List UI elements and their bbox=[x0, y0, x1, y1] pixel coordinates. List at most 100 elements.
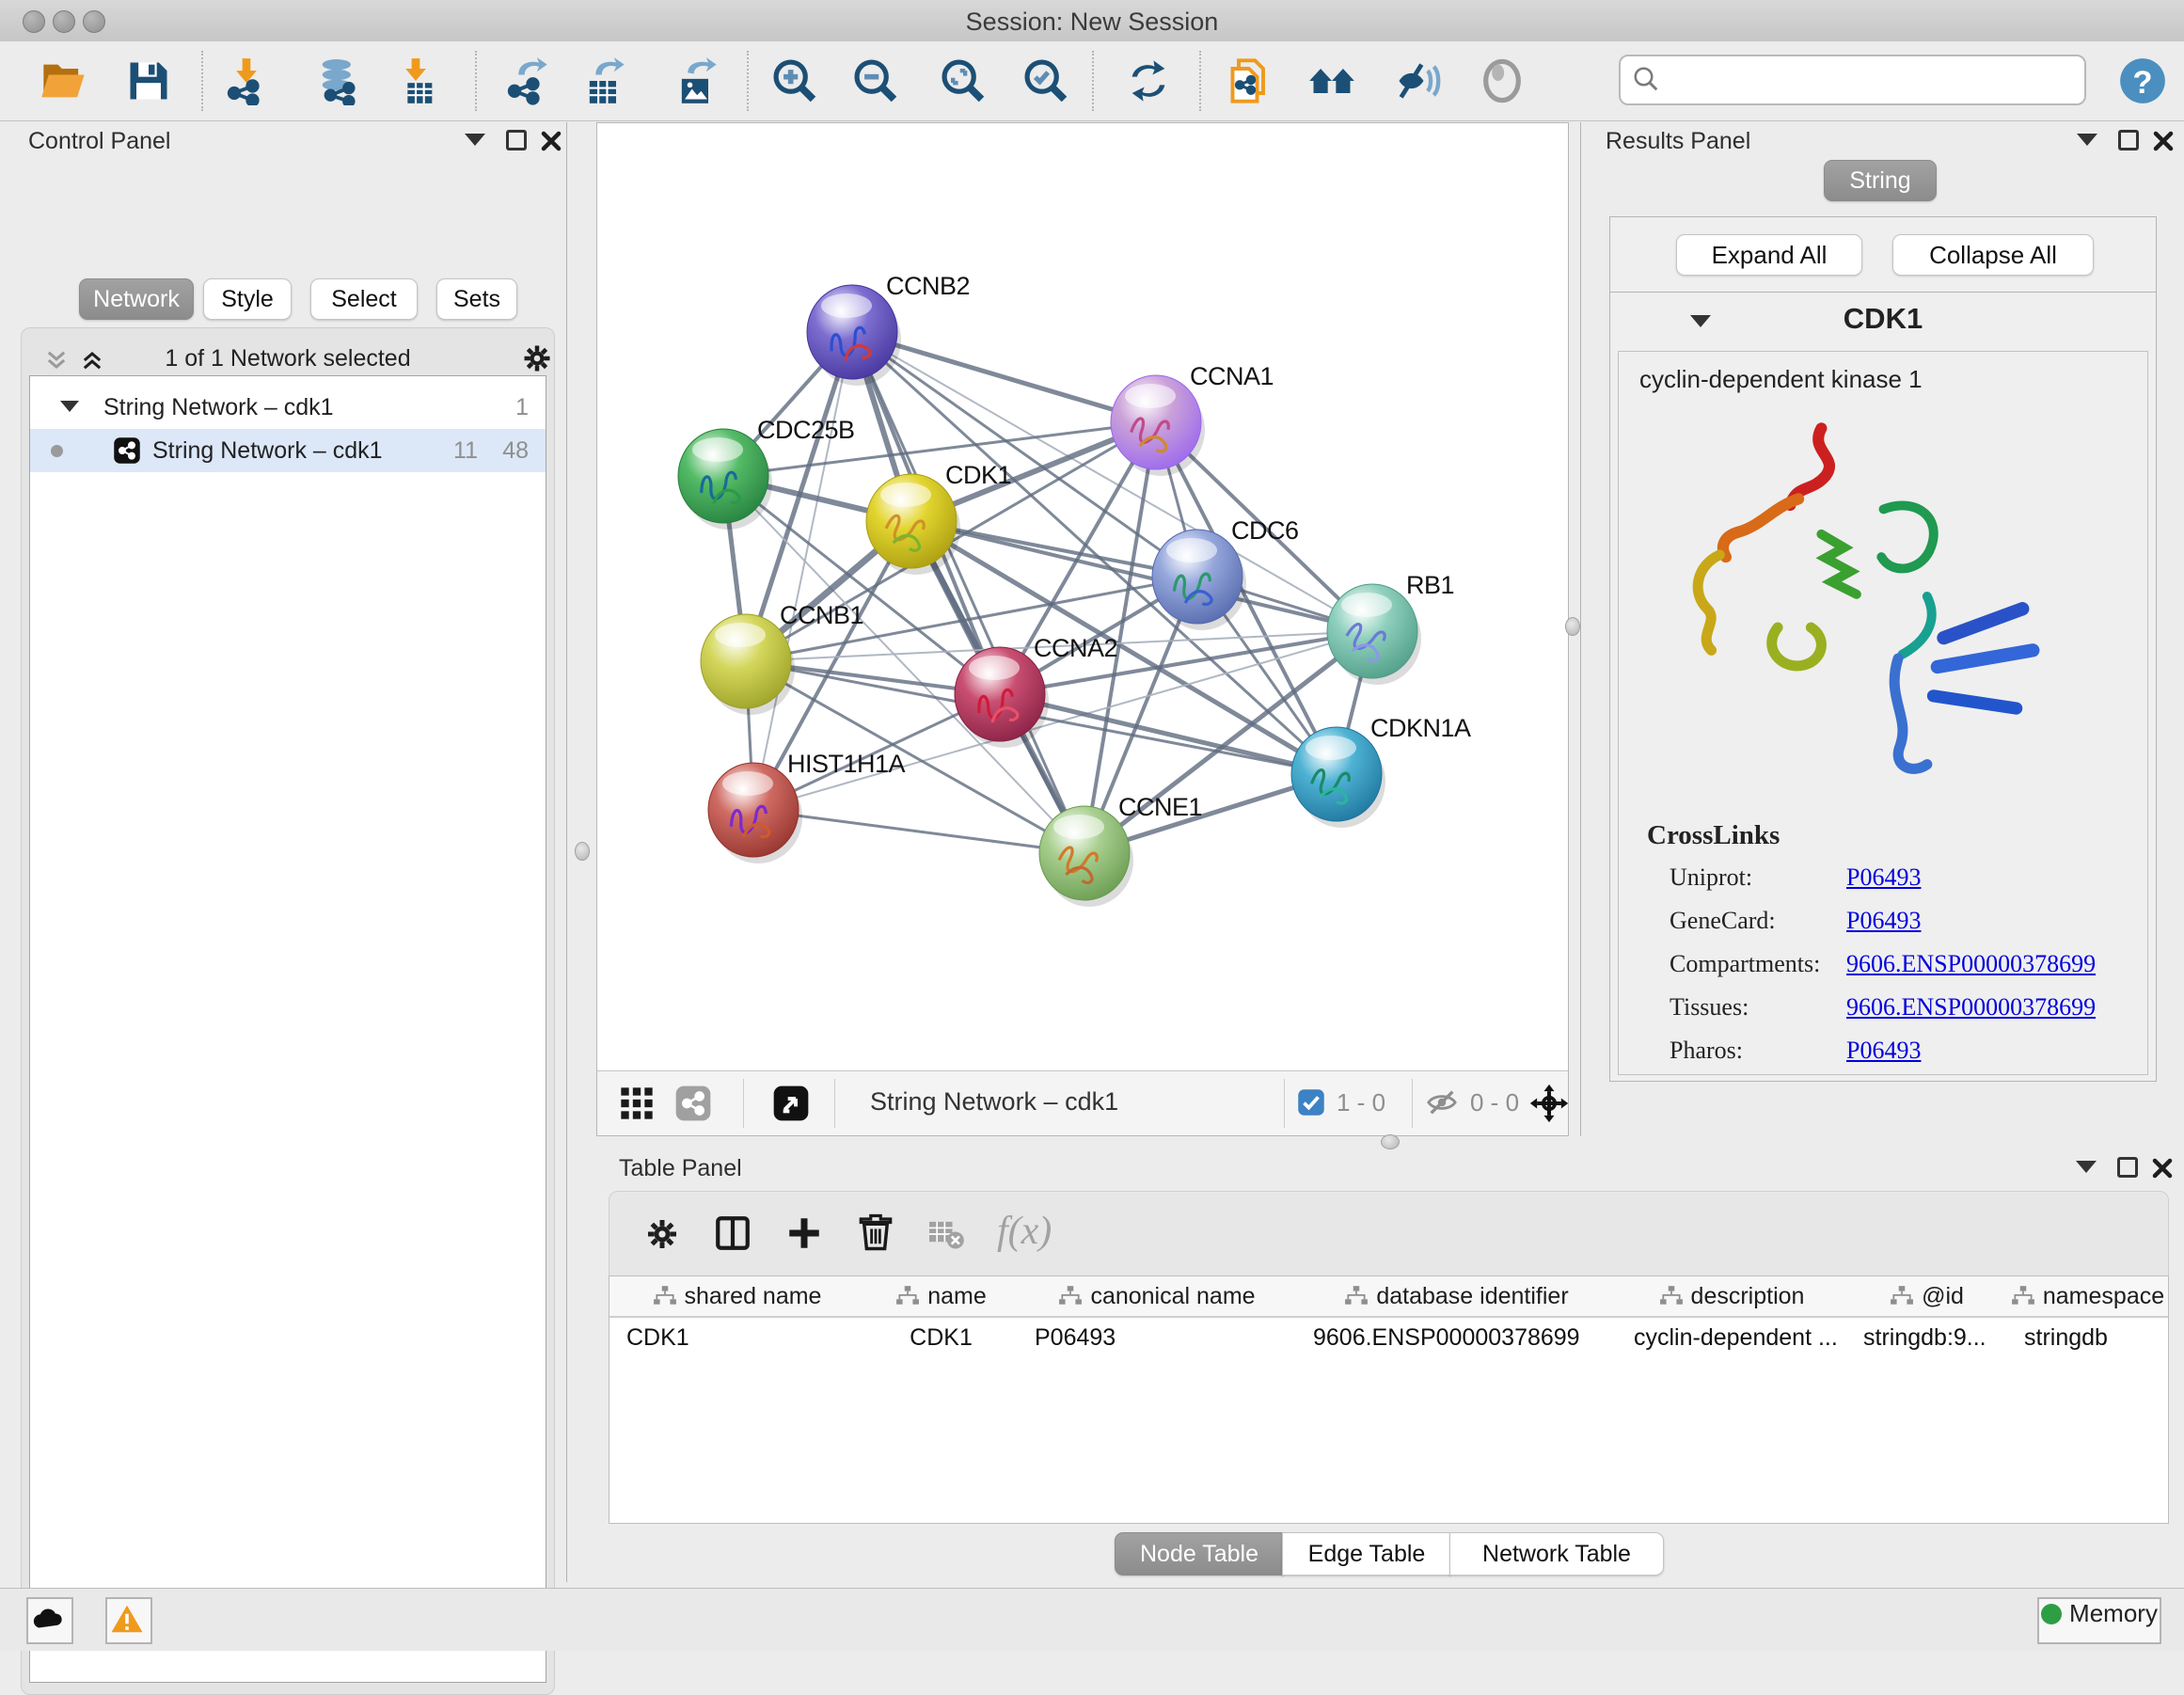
grid-view-icon[interactable] bbox=[618, 1085, 656, 1122]
network-node-CDC25B[interactable]: CDC25B bbox=[678, 416, 855, 530]
crosslink-label: Pharos: bbox=[1670, 1037, 1743, 1065]
tab-edge-table[interactable]: Edge Table bbox=[1282, 1532, 1451, 1576]
refresh-icon[interactable] bbox=[1124, 56, 1173, 105]
status-bar: Memory bbox=[0, 1588, 2184, 1651]
clone-network-icon[interactable] bbox=[1227, 56, 1275, 105]
string-view-icon[interactable] bbox=[674, 1085, 712, 1122]
string-app-icon bbox=[113, 436, 141, 465]
zoom-selected-icon[interactable] bbox=[1021, 56, 1070, 105]
memory-status-dot bbox=[2041, 1604, 2062, 1624]
network-options-gear-icon[interactable] bbox=[520, 341, 554, 375]
network-node-CCNB1[interactable]: CCNB1 bbox=[701, 601, 863, 715]
memory-button[interactable]: Memory bbox=[2037, 1597, 2161, 1644]
float-panel-icon[interactable] bbox=[2077, 134, 2097, 146]
zoom-in-icon[interactable] bbox=[770, 56, 819, 105]
network-node-CDKN1A[interactable]: CDKN1A bbox=[1291, 714, 1471, 828]
crosslink-label: Tissues: bbox=[1670, 993, 1749, 1022]
gene-symbol: CDK1 bbox=[1751, 302, 2015, 336]
fit-selected-crosshair-icon[interactable] bbox=[1528, 1083, 1570, 1124]
selected-count: 1 - 0 bbox=[1337, 1088, 1385, 1117]
control-panel: Control Panel NetworkStyleSelectSets 1 o… bbox=[8, 122, 567, 1582]
network-selection-status: 1 of 1 Network selected bbox=[22, 345, 554, 372]
tab-node-table[interactable]: Node Table bbox=[1115, 1532, 1284, 1576]
import-network-file-icon[interactable] bbox=[222, 56, 271, 105]
crosslink-value-link[interactable]: 9606.ENSP00000378699 bbox=[1846, 993, 2096, 1022]
tab-sets[interactable]: Sets bbox=[436, 278, 517, 320]
export-image-icon[interactable] bbox=[672, 56, 720, 105]
toolbar-separator bbox=[1412, 1079, 1413, 1128]
crosslink-value-link[interactable]: P06493 bbox=[1846, 907, 1921, 935]
zoom-fit-icon[interactable] bbox=[939, 56, 988, 105]
tab-network[interactable]: Network bbox=[79, 278, 194, 320]
node-label-CCNA1: CCNA1 bbox=[1190, 362, 1274, 390]
collection-count: 1 bbox=[515, 386, 529, 429]
network-edge[interactable] bbox=[1000, 694, 1337, 774]
help-icon[interactable]: ? bbox=[2118, 56, 2167, 105]
tab-string[interactable]: String bbox=[1824, 160, 1937, 201]
tab-style[interactable]: Style bbox=[203, 278, 292, 320]
network-view-title: String Network – cdk1 bbox=[870, 1087, 1118, 1117]
main-toolbar: ? bbox=[0, 41, 2184, 121]
zoom-out-icon[interactable] bbox=[851, 56, 900, 105]
window-titlebar: Session: New Session bbox=[0, 0, 2184, 42]
network-canvas[interactable]: CCNB2CCNA1CDC25BCDK1CDC6RB1CCNB1CCNA2CDK… bbox=[596, 122, 1569, 1136]
crosslinks-title: CrossLinks bbox=[1647, 820, 1780, 851]
horizontal-splitter-handle[interactable] bbox=[1381, 1134, 1400, 1149]
expand-all-button[interactable]: Expand All bbox=[1676, 234, 1862, 276]
network-edge[interactable] bbox=[753, 332, 852, 810]
crosslink-label: Uniprot: bbox=[1670, 863, 1752, 892]
hidden-count: 0 - 0 bbox=[1470, 1088, 1519, 1117]
save-session-icon[interactable] bbox=[124, 56, 173, 105]
left-splitter-handle[interactable] bbox=[575, 842, 590, 861]
svg-text:?: ? bbox=[2132, 65, 2152, 101]
tab-network-table[interactable]: Network Table bbox=[1449, 1532, 1664, 1576]
network-node-CCNB2[interactable]: CCNB2 bbox=[807, 272, 970, 386]
gene-expand-icon[interactable] bbox=[1690, 315, 1711, 327]
warning-status-button[interactable] bbox=[105, 1597, 152, 1644]
network-edge-count: 48 bbox=[502, 429, 529, 472]
string-results-content: CDK1 cyclin-dependent kinase 1 bbox=[1609, 292, 2157, 1082]
open-session-icon[interactable] bbox=[40, 56, 88, 105]
network-edge[interactable] bbox=[753, 810, 1084, 853]
string-network-graph[interactable]: CCNB2CCNA1CDC25BCDK1CDC6RB1CCNB1CCNA2CDK… bbox=[597, 123, 1568, 1071]
network-node-RB1[interactable]: RB1 bbox=[1327, 571, 1454, 685]
network-row-selected[interactable]: String Network – cdk1 11 48 bbox=[30, 429, 546, 472]
export-network-icon[interactable] bbox=[502, 56, 551, 105]
import-network-database-icon[interactable] bbox=[314, 56, 363, 105]
tab-select[interactable]: Select bbox=[310, 278, 418, 320]
network-collection-row[interactable]: String Network – cdk1 1 bbox=[30, 386, 546, 429]
import-table-icon[interactable] bbox=[391, 56, 440, 105]
crosslink-value-link[interactable]: P06493 bbox=[1846, 1037, 1921, 1065]
collection-expand-icon[interactable] bbox=[60, 401, 79, 412]
crosslink-value-link[interactable]: P06493 bbox=[1846, 863, 1921, 892]
node-label-RB1: RB1 bbox=[1406, 571, 1454, 599]
lens-icon[interactable] bbox=[1478, 56, 1527, 105]
hide-glass-icon[interactable] bbox=[1393, 56, 1442, 105]
maximize-panel-icon[interactable] bbox=[2118, 130, 2139, 150]
search-input[interactable] bbox=[1619, 55, 2086, 105]
navigator-icon[interactable] bbox=[772, 1085, 810, 1122]
toolbar-separator bbox=[475, 51, 477, 111]
export-table-icon[interactable] bbox=[579, 56, 628, 105]
collapse-all-button[interactable]: Collapse All bbox=[1892, 234, 2094, 276]
crosslink-label: GeneCard: bbox=[1670, 907, 1776, 935]
string-home-icon[interactable] bbox=[1307, 56, 1356, 105]
toolbar-separator bbox=[743, 1079, 744, 1128]
gene-description: cyclin-dependent kinase 1 bbox=[1639, 365, 1923, 394]
node-label-CCNB1: CCNB1 bbox=[780, 601, 863, 629]
crosslink-value-link[interactable]: 9606.ENSP00000378699 bbox=[1846, 950, 2096, 978]
hidden-eye-slash-icon[interactable] bbox=[1425, 1086, 1459, 1118]
table-panel: Table Panel f(x) shared namenamecanonica… bbox=[596, 1149, 2184, 1588]
selected-checkbox-icon[interactable] bbox=[1297, 1088, 1325, 1117]
toolbar-separator bbox=[747, 51, 749, 111]
network-list: String Network – cdk1 1 String Network –… bbox=[29, 375, 546, 1683]
window-title: Session: New Session bbox=[0, 8, 2184, 37]
cloud-status-button[interactable] bbox=[26, 1597, 73, 1644]
network-node-HIST1H1A[interactable]: HIST1H1A bbox=[708, 750, 906, 863]
node-label-CDC6: CDC6 bbox=[1231, 516, 1299, 545]
network-node-CDC6[interactable]: CDC6 bbox=[1152, 516, 1299, 630]
close-panel-icon[interactable] bbox=[2152, 130, 2175, 152]
toolbar-separator bbox=[834, 1079, 835, 1128]
network-node-CCNA1[interactable]: CCNA1 bbox=[1111, 362, 1274, 476]
right-splitter-handle[interactable] bbox=[1565, 617, 1580, 636]
